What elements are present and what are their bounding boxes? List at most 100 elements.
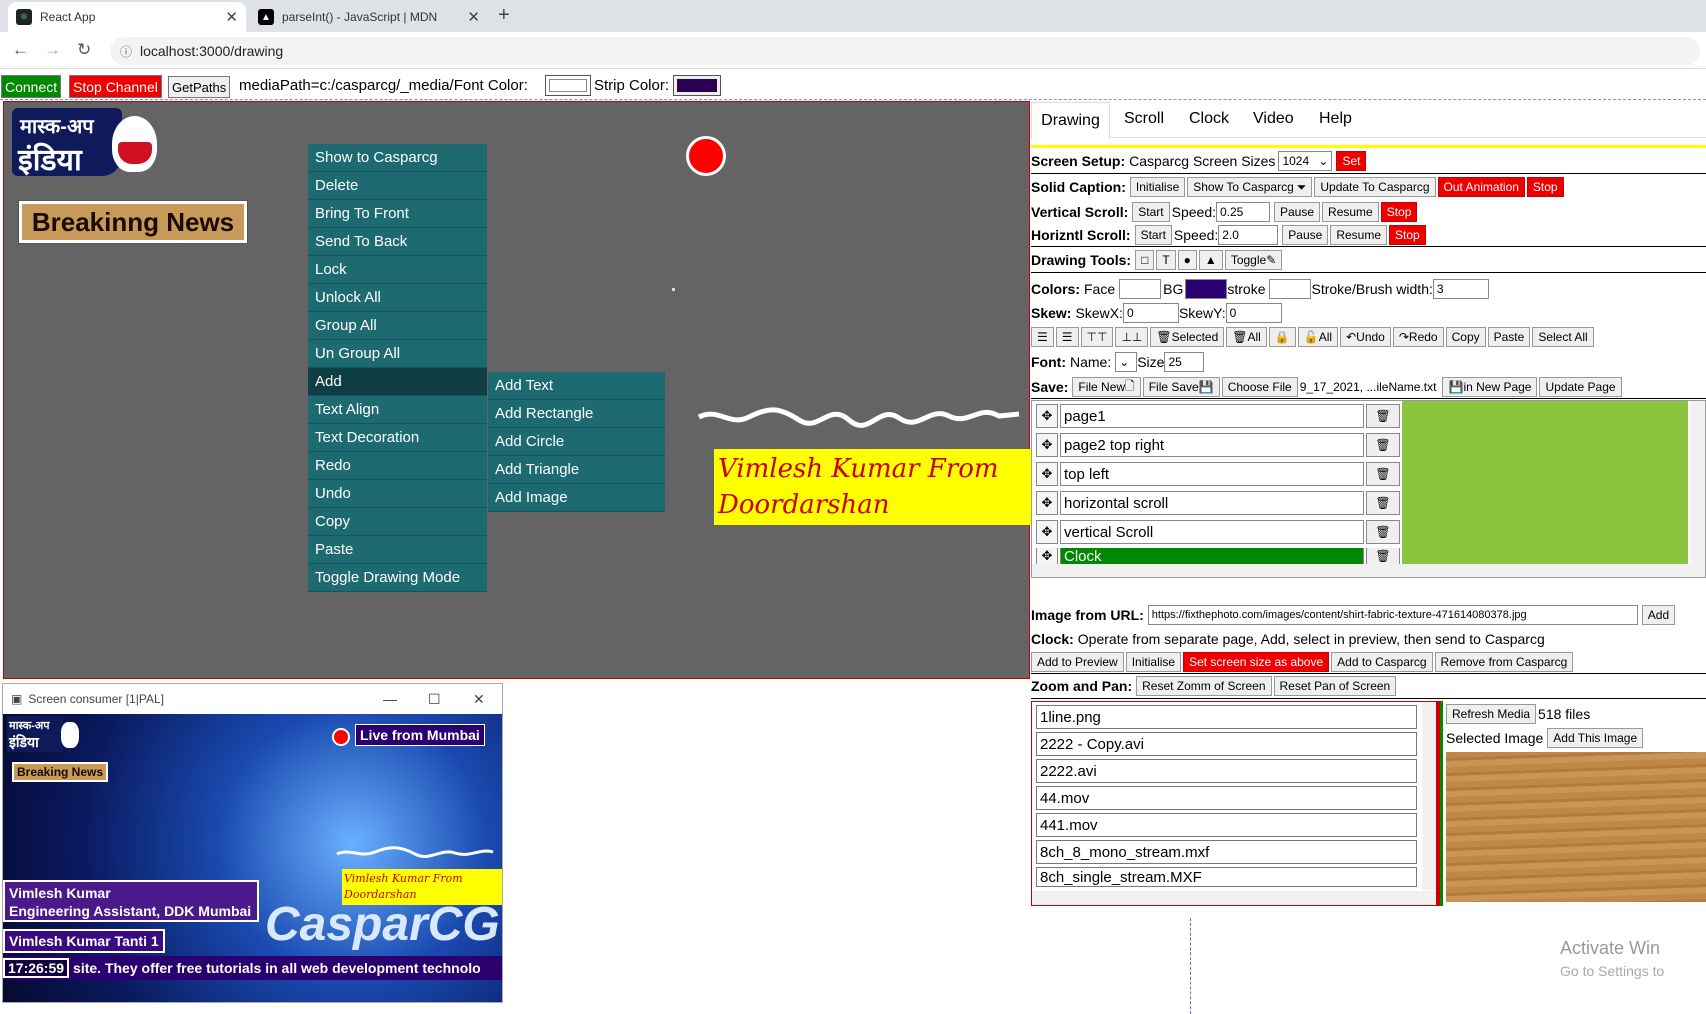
close-tab-icon[interactable]: ✕ bbox=[467, 8, 480, 26]
forward-icon[interactable]: → bbox=[44, 40, 61, 60]
hscroll-resume-button[interactable]: Resume bbox=[1330, 225, 1387, 245]
layer-name[interactable]: page1 bbox=[1060, 404, 1364, 428]
tab-help[interactable]: Help bbox=[1319, 110, 1352, 128]
move-icon[interactable]: ✥ bbox=[1036, 491, 1058, 515]
media-list[interactable]: 1line.png 2222 - Copy.avi 2222.avi 44.mo… bbox=[1031, 701, 1437, 906]
move-icon[interactable]: ✥ bbox=[1036, 462, 1058, 486]
rectangle-tool-icon[interactable]: □ bbox=[1135, 250, 1155, 270]
reset-pan-button[interactable]: Reset Pan of Screen bbox=[1273, 676, 1397, 696]
layer-name[interactable]: page2 top right bbox=[1060, 433, 1364, 457]
show-to-casparcg-button[interactable]: Show To Casparcg ⏷ bbox=[1187, 177, 1313, 197]
choose-file-button[interactable]: Choose File bbox=[1221, 377, 1298, 397]
close-tab-icon[interactable]: ✕ bbox=[225, 8, 238, 26]
layer-name[interactable]: vertical Scroll bbox=[1060, 520, 1364, 544]
menu-item[interactable]: Text Align bbox=[308, 396, 487, 424]
close-icon[interactable]: ✕ bbox=[473, 691, 485, 708]
tab-clock[interactable]: Clock bbox=[1189, 110, 1229, 128]
back-icon[interactable]: ← bbox=[12, 40, 29, 60]
redo-button[interactable]: ↷ Redo bbox=[1392, 327, 1444, 347]
vscroll-stop-button[interactable]: Stop bbox=[1380, 202, 1418, 222]
stop-channel-button[interactable]: Stop Channel bbox=[69, 75, 162, 98]
browser-tab-mdn[interactable]: ▲ parseInt() - JavaScript | MDN ✕ bbox=[250, 2, 488, 32]
caption-text-box[interactable]: Vimlesh Kumar From Doordarshan bbox=[714, 449, 1031, 525]
skewy-input[interactable]: 0 bbox=[1225, 303, 1282, 323]
menu-item[interactable]: Un Group All bbox=[308, 340, 487, 368]
delete-selected-button[interactable]: 🗑 Selected bbox=[1150, 327, 1225, 347]
triangle-tool-icon[interactable]: ▲ bbox=[1198, 250, 1223, 270]
vertical-scrollbar[interactable] bbox=[1690, 401, 1705, 577]
set-button[interactable]: Set bbox=[1336, 151, 1367, 171]
strip-color-picker[interactable] bbox=[673, 75, 721, 96]
tab-video[interactable]: Video bbox=[1253, 110, 1294, 128]
minimize-icon[interactable]: — bbox=[383, 691, 397, 707]
submenu-item[interactable]: Add Image bbox=[488, 484, 665, 512]
file-new-button[interactable]: File New 🗋 bbox=[1072, 377, 1141, 397]
new-tab-icon[interactable]: + bbox=[498, 4, 510, 27]
red-circle-shape[interactable] bbox=[686, 136, 726, 176]
menu-item[interactable]: Unlock All bbox=[308, 284, 487, 312]
paste-button[interactable]: Paste bbox=[1487, 327, 1531, 347]
menu-item[interactable]: Group All bbox=[308, 312, 487, 340]
submenu-item[interactable]: Add Triangle bbox=[488, 456, 665, 484]
move-icon[interactable]: ✥ bbox=[1036, 433, 1058, 457]
delete-all-button[interactable]: 🗑 All bbox=[1226, 327, 1267, 347]
add-this-image-button[interactable]: Add This Image bbox=[1547, 728, 1644, 748]
align-center-icon[interactable]: ☰ bbox=[1055, 327, 1079, 347]
layer-name[interactable]: horizontal scroll bbox=[1060, 491, 1364, 515]
media-item[interactable]: 2222.avi bbox=[1036, 759, 1417, 783]
layer-name[interactable]: top left bbox=[1060, 462, 1364, 486]
media-item[interactable]: 441.mov bbox=[1036, 813, 1417, 837]
layer-row-selected[interactable]: ✥ Clock 🗑 bbox=[1036, 548, 1400, 564]
file-save-button[interactable]: File Save 💾 bbox=[1142, 377, 1220, 397]
move-icon[interactable]: ✥ bbox=[1036, 404, 1058, 428]
image-url-input[interactable]: https://fixthephoto.com/images/content/s… bbox=[1147, 605, 1638, 625]
align-left-icon[interactable]: ☰ bbox=[1031, 327, 1054, 347]
vscroll-start-button[interactable]: Start bbox=[1132, 202, 1170, 222]
connect-button[interactable]: Connect bbox=[1, 75, 62, 98]
select-all-button[interactable]: Select All bbox=[1532, 327, 1594, 347]
menu-item[interactable]: Show to Casparcg bbox=[308, 144, 487, 172]
trash-icon[interactable]: 🗑 bbox=[1366, 520, 1400, 544]
url-input[interactable]: ⓘ localhost:3000/drawing bbox=[110, 37, 1700, 65]
media-scrollbar[interactable] bbox=[1422, 702, 1436, 890]
text-tool-button[interactable]: T bbox=[1156, 250, 1176, 270]
stop-caption-button[interactable]: Stop bbox=[1526, 177, 1564, 197]
stroke-width-input[interactable]: 3 bbox=[1432, 279, 1489, 299]
tab-drawing[interactable]: Drawing bbox=[1031, 102, 1110, 139]
media-item[interactable]: 8ch_8_mono_stream.mxf bbox=[1036, 840, 1417, 864]
menu-item[interactable]: Send To Back bbox=[308, 228, 487, 256]
update-to-casparcg-button[interactable]: Update To Casparcg bbox=[1314, 177, 1436, 197]
menu-item-add[interactable]: Add bbox=[308, 368, 487, 396]
add-to-casparcg-button[interactable]: Add to Casparcg bbox=[1331, 652, 1433, 672]
menu-item[interactable]: Copy bbox=[308, 508, 487, 536]
layer-name[interactable]: Clock bbox=[1060, 548, 1364, 564]
media-hscrollbar[interactable] bbox=[1032, 891, 1436, 905]
vscroll-speed-input[interactable]: 0.25 bbox=[1216, 202, 1270, 222]
submenu-item[interactable]: Add Text bbox=[488, 372, 665, 400]
layer-row[interactable]: ✥ top left 🗑 bbox=[1036, 461, 1400, 487]
set-screen-size-button[interactable]: Set screen size as above bbox=[1183, 652, 1330, 672]
toggle-drawing-button[interactable]: Toggle ✎ bbox=[1224, 250, 1283, 270]
maximize-icon[interactable]: ☐ bbox=[428, 691, 441, 708]
move-icon[interactable]: ✥ bbox=[1036, 520, 1058, 544]
face-color-picker[interactable] bbox=[1119, 279, 1162, 299]
browser-tab-react[interactable]: ⚛ React App ✕ bbox=[8, 2, 246, 32]
update-page-button[interactable]: Update Page bbox=[1539, 377, 1622, 397]
hscroll-pause-button[interactable]: Pause bbox=[1282, 225, 1329, 245]
trash-icon[interactable]: 🗑 bbox=[1366, 548, 1400, 564]
reload-icon[interactable]: ↻ bbox=[77, 40, 91, 60]
menu-item[interactable]: Lock bbox=[308, 256, 487, 284]
stroke-color-picker[interactable] bbox=[1269, 279, 1312, 299]
out-animation-button[interactable]: Out Animation bbox=[1437, 177, 1525, 197]
screen-consumer-window[interactable]: ▣ Screen consumer [1|PAL] — ☐ ✕ मास्क-अप… bbox=[2, 683, 503, 1003]
logo[interactable]: मास्क-अप इंडिया bbox=[12, 108, 157, 178]
menu-item[interactable]: Paste bbox=[308, 536, 487, 564]
in-new-page-button[interactable]: 💾 in New Page bbox=[1442, 377, 1538, 397]
split-handle[interactable] bbox=[1437, 701, 1443, 906]
menu-item[interactable]: Toggle Drawing Mode bbox=[308, 564, 487, 592]
hscroll-start-button[interactable]: Start bbox=[1134, 225, 1172, 245]
wave-drawing[interactable] bbox=[694, 392, 1024, 437]
media-item[interactable]: 2222 - Copy.avi bbox=[1036, 732, 1417, 756]
menu-item[interactable]: Bring To Front bbox=[308, 200, 487, 228]
font-name-select[interactable]: ⌄ bbox=[1115, 352, 1138, 372]
